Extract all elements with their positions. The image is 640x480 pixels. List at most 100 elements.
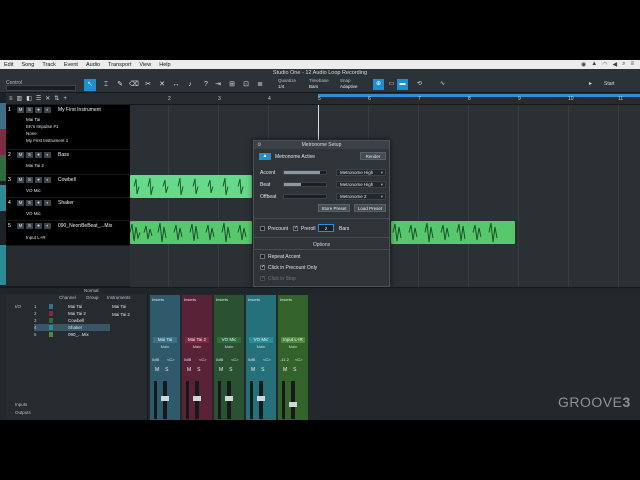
instrument-item[interactable]: Mai Tai 2 bbox=[112, 312, 130, 317]
fader-cap[interactable] bbox=[257, 395, 265, 401]
snap-field[interactable]: Snap Adaptive bbox=[340, 78, 358, 90]
eraser-tool-icon[interactable]: ⌫ bbox=[128, 79, 140, 91]
mute-button[interactable]: M bbox=[155, 367, 159, 373]
search-icon[interactable]: ⌕ bbox=[622, 61, 625, 68]
columns-icon[interactable]: ▥ bbox=[17, 95, 23, 102]
help-icon[interactable]: ? bbox=[200, 79, 212, 91]
strip-route[interactable]: Main bbox=[153, 344, 177, 349]
channel-row[interactable]: 1 Mai Tai bbox=[34, 303, 110, 310]
menu-list-icon[interactable]: ≡ bbox=[630, 61, 634, 68]
expand-icon[interactable]: ≡ bbox=[9, 96, 13, 102]
strip-route[interactable]: Main bbox=[217, 344, 241, 349]
mute-button[interactable]: M bbox=[17, 177, 24, 183]
start-button[interactable]: Start bbox=[604, 81, 615, 87]
strip-name[interactable]: VO Mic bbox=[249, 337, 273, 343]
track-input[interactable]: VO Mic bbox=[24, 211, 82, 216]
track-name[interactable]: Cowbell bbox=[58, 177, 76, 183]
track-chain[interactable]: None bbox=[24, 131, 82, 136]
control-selector[interactable] bbox=[6, 85, 76, 91]
offbeat-slider[interactable] bbox=[283, 194, 327, 199]
record-button[interactable]: ● bbox=[35, 107, 42, 113]
monitor-button[interactable]: ◐ bbox=[44, 200, 51, 206]
solo-button[interactable]: S bbox=[26, 107, 33, 113]
render-button[interactable]: Render bbox=[360, 152, 386, 160]
timeline-ruler[interactable]: 2 3 4 5 6 7 8 9 10 11 bbox=[130, 93, 640, 105]
sort-icon[interactable]: ⇅ bbox=[54, 95, 59, 102]
solo-button[interactable]: S bbox=[293, 367, 296, 373]
track-name[interactable]: 090_NeonBeBeat_...Mix bbox=[58, 223, 112, 229]
listen-tool-icon[interactable]: ♪ bbox=[184, 79, 196, 91]
track-input[interactable]: Mai Tai 2 bbox=[24, 163, 82, 168]
beat-sound-select[interactable]: Metronome High bbox=[336, 181, 386, 188]
solo-button[interactable]: S bbox=[26, 223, 33, 229]
lock-icon[interactable]: ⊡ bbox=[240, 79, 252, 91]
inserts-label[interactable]: Inserts bbox=[152, 297, 164, 302]
tray-icon[interactable]: ◉ bbox=[581, 61, 586, 68]
instrument-item[interactable]: Mai Tai bbox=[112, 304, 126, 309]
menu-audio[interactable]: Audio bbox=[86, 62, 100, 68]
strip-name[interactable]: Mai Tai 2 bbox=[185, 337, 209, 343]
menu-track[interactable]: Track bbox=[42, 62, 56, 68]
audio-clip-loop[interactable] bbox=[130, 221, 252, 244]
io-label[interactable]: I/O bbox=[15, 304, 21, 309]
track-input[interactable]: Input L+R bbox=[24, 235, 82, 240]
inserts-label[interactable]: Inserts bbox=[184, 297, 196, 302]
mute-tool-icon[interactable]: ✕ bbox=[156, 79, 168, 91]
repeat-accent-checkbox[interactable] bbox=[260, 254, 265, 259]
track-name[interactable]: Shaker bbox=[58, 200, 74, 206]
menu-help[interactable]: Help bbox=[159, 62, 170, 68]
mute-button[interactable]: M bbox=[283, 367, 287, 373]
monitor-button[interactable]: ◐ bbox=[44, 223, 51, 229]
pencil-tool-icon[interactable]: ✎ bbox=[114, 79, 126, 91]
menu-transport[interactable]: Transport bbox=[108, 62, 131, 68]
fader-cap[interactable] bbox=[289, 402, 297, 408]
inserts-label[interactable]: Inserts bbox=[280, 297, 292, 302]
bounce-icon[interactable]: ⇥ bbox=[212, 79, 224, 91]
wave-icon[interactable]: ∿ bbox=[437, 79, 448, 90]
fader-cap[interactable] bbox=[161, 395, 169, 401]
mute-button[interactable]: M bbox=[219, 367, 223, 373]
channel-row[interactable]: 4 Shaker bbox=[34, 324, 110, 331]
channel-row[interactable]: 2 Mai Tai 2 bbox=[34, 310, 110, 317]
mute-button[interactable]: M bbox=[17, 107, 24, 113]
record-button[interactable]: ● bbox=[35, 200, 42, 206]
record-button[interactable]: ● bbox=[35, 223, 42, 229]
monitor-button[interactable]: ◐ bbox=[44, 152, 51, 158]
arrange-icon[interactable]: ≣ bbox=[254, 79, 266, 91]
close-icon[interactable]: ⚙ bbox=[257, 141, 261, 149]
group-icon[interactable]: ⊞ bbox=[226, 79, 238, 91]
split-tool-icon[interactable]: ✂ bbox=[142, 79, 154, 91]
track-row[interactable]: 4 M S ● ◐ Shaker VO Mic bbox=[6, 198, 130, 221]
track-row[interactable]: 1 M S ● ◐ My First Instrument Mai Tai EK… bbox=[6, 105, 130, 150]
timebase-field[interactable]: Timebase Bars bbox=[309, 78, 329, 90]
menu-edit[interactable]: Edit bbox=[4, 62, 13, 68]
click-precount-only-checkbox[interactable] bbox=[260, 264, 265, 270]
offbeat-sound-select[interactable]: Metronome 2 bbox=[336, 193, 386, 200]
strip-pan[interactable]: <C> bbox=[295, 357, 303, 362]
preroll-bars-input[interactable]: 2 bbox=[318, 224, 334, 232]
accent-slider[interactable] bbox=[283, 170, 327, 175]
strip-pan[interactable]: <C> bbox=[263, 357, 271, 362]
range-tool-icon[interactable]: ⌶ bbox=[100, 79, 112, 91]
store-preset-button[interactable]: Store Preset bbox=[318, 204, 350, 212]
record-button[interactable]: ● bbox=[35, 152, 42, 158]
strip-name[interactable]: Mai Tai bbox=[153, 337, 177, 343]
view-icon[interactable]: ◧ bbox=[26, 95, 32, 102]
preroll-checkbox[interactable] bbox=[293, 225, 298, 231]
quantize-field[interactable]: Quantize 1/4 bbox=[278, 78, 296, 90]
menu-song[interactable]: Song bbox=[21, 62, 34, 68]
wifi-icon[interactable]: ◠ bbox=[602, 61, 607, 68]
metronome-active-toggle[interactable]: ▲ bbox=[259, 153, 271, 160]
list-icon[interactable]: ☰ bbox=[36, 95, 41, 102]
remove-icon[interactable]: ✕ bbox=[45, 95, 50, 102]
mute-button[interactable]: M bbox=[251, 367, 255, 373]
strip-name[interactable]: Input L+R bbox=[281, 337, 305, 343]
fader-cap[interactable] bbox=[193, 395, 201, 401]
track-name[interactable]: My First Instrument bbox=[58, 107, 101, 113]
audio-clip-loop[interactable] bbox=[391, 221, 515, 244]
tray-icon[interactable]: ▲ bbox=[591, 61, 597, 68]
tool-icon[interactable]: ⟲ bbox=[414, 79, 425, 90]
mute-button[interactable]: M bbox=[17, 223, 24, 229]
accent-sound-select[interactable]: Metronome High bbox=[336, 169, 386, 176]
strip-route[interactable]: Main bbox=[185, 344, 209, 349]
